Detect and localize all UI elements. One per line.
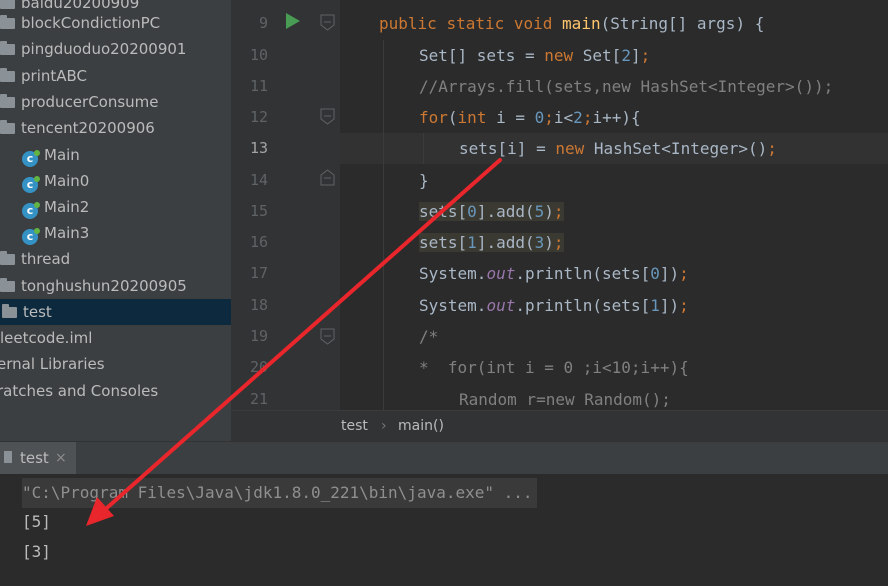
tree-item-class-main3[interactable]: c Main3 [22,220,89,246]
tree-item-class-main[interactable]: c Main [22,142,80,168]
code-line: sets[1].add(3); [419,233,564,252]
folder-icon [0,94,15,108]
line-number: 17 [249,264,268,282]
console-output-line: [3] [22,542,51,561]
code-line: Set[] sets = new Set[2]; [419,46,651,65]
run-icon[interactable] [285,12,301,30]
fold-marker-icon[interactable] [320,108,336,126]
tree-item-thread[interactable]: thread [0,246,70,272]
line-number: 14 [249,171,268,189]
folder-icon [2,304,17,318]
breadcrumb-separator: › [381,418,387,434]
line-number: 20 [249,358,268,376]
indent-guide [383,40,384,410]
tree-item-producerConsume[interactable]: producerConsume [0,89,159,115]
line-number: 12 [249,108,268,126]
tree-item-leetcode-iml[interactable]: leetcode.iml [0,325,92,351]
line-number: 16 [249,233,268,251]
code-line: } [419,171,429,190]
tree-item-printABC[interactable]: printABC [0,63,87,89]
line-number: 11 [249,77,268,95]
breadcrumb-class[interactable]: test [341,411,368,442]
fold-marker-icon[interactable] [320,14,336,32]
line-number: 18 [249,296,268,314]
code-line: public static void main(String[] args) { [379,14,765,33]
code-line: sets[0].add(5); [419,202,564,221]
line-number: 13 [249,139,268,157]
folder-icon [0,41,15,55]
code-line: //Arrays.fill(sets,new HashSet<Integer>(… [419,77,834,96]
folder-icon [0,120,15,134]
tree-item-external-libraries[interactable]: ernal Libraries [0,351,105,377]
tree-item-tonghushun[interactable]: tonghushun20200905 [0,273,187,299]
line-number: 9 [258,14,268,32]
folder-icon [0,0,15,9]
folder-icon [0,68,15,82]
breadcrumb: test › main() [231,410,888,442]
breadcrumb-method[interactable]: main() [398,411,444,442]
tree-item-blockCondictionPC[interactable]: blockCondictionPC [0,10,160,36]
run-tab[interactable]: test × [0,442,76,474]
fold-marker-icon[interactable] [320,328,336,346]
run-tool-window-header: test × [0,441,888,475]
java-class-icon: c [22,202,40,219]
project-tree: baidu20200909 blockCondictionPC pingduod… [0,0,231,441]
code-line: for(int i = 0;i<2;i++){ [419,108,641,127]
code-line: sets[i] = new HashSet<Integer>(); [459,139,777,158]
folder-icon [0,278,15,292]
folder-icon [0,251,15,265]
tree-item-class-main2[interactable]: c Main2 [22,194,89,220]
line-number: 10 [249,46,268,64]
folder-icon [0,15,15,29]
java-class-icon: c [22,150,40,167]
run-config-icon [4,451,12,463]
code-line: System.out.println(sets[1]); [419,296,689,315]
indent-guide [423,133,424,164]
code-line: * for(int i = 0 ;i<10;i++){ [419,358,689,377]
tree-item-pingduoduo[interactable]: pingduoduo20200901 [0,36,186,62]
code-line: System.out.println(sets[0]); [419,264,689,283]
line-number: 15 [249,202,268,220]
line-number: 19 [249,327,268,345]
tree-item-test-selected[interactable]: test [0,299,231,325]
tree-item-scratches[interactable]: ratches and Consoles [0,378,158,404]
java-class-icon: c [22,228,40,245]
console-command-line: "C:\Program Files\Java\jdk1.8.0_221\bin\… [22,478,537,508]
java-class-icon: c [22,176,40,193]
console-output-line: [5] [22,512,51,531]
tree-item-tencent[interactable]: tencent20200906 [0,115,155,141]
console-output[interactable]: "C:\Program Files\Java\jdk1.8.0_221\bin\… [0,474,888,586]
fold-marker-icon[interactable] [320,168,336,186]
tree-item-class-main0[interactable]: c Main0 [22,168,89,194]
run-tab-label: test [20,449,49,467]
close-icon[interactable]: × [55,442,67,474]
code-line: /* [419,327,439,346]
